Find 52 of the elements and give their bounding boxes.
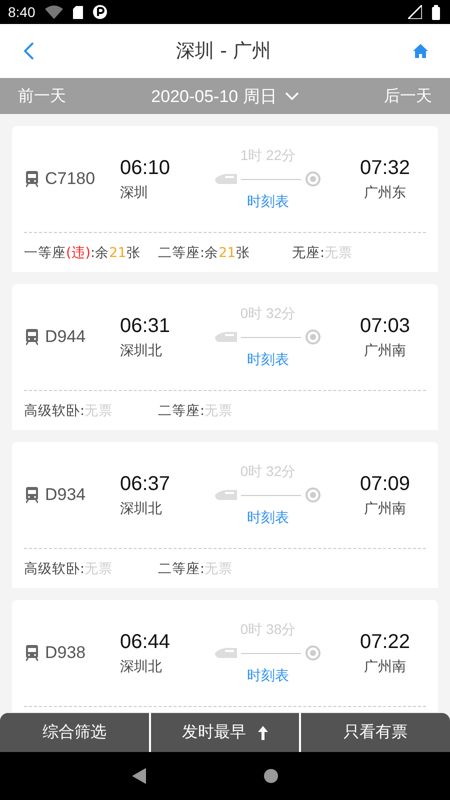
chevron-down-icon: [284, 92, 299, 100]
departure-time: 06:10: [120, 156, 172, 180]
wifi-icon: [45, 5, 64, 19]
departure-station: 深圳北: [120, 342, 163, 360]
arrival-station: 广州东: [364, 184, 406, 202]
route-line: [241, 494, 301, 496]
departure-station: 深圳北: [120, 658, 163, 676]
route-line: [241, 336, 301, 338]
back-icon: [24, 42, 34, 60]
train-icon: [215, 173, 237, 185]
train-icon: [215, 331, 237, 343]
departure-time: 06:44: [120, 630, 172, 654]
destination-icon: [305, 171, 321, 187]
route-line: [241, 652, 301, 654]
destination-icon: [305, 487, 321, 503]
train-number: D938: [45, 643, 86, 663]
home-icon: [413, 44, 428, 58]
train-icon: [26, 171, 38, 187]
departure-time: 06:31: [120, 314, 172, 338]
train-number: D944: [45, 327, 86, 347]
arrival-station: 广州南: [364, 658, 406, 676]
arrival-time: 07:32: [360, 156, 410, 180]
back-triangle-icon[interactable]: [132, 768, 146, 784]
seat-availability: 一等座(违):余21张: [24, 244, 142, 262]
up-arrow-icon: [258, 726, 268, 740]
page-title: 深圳 - 广州: [176, 39, 271, 64]
filter-button[interactable]: 综合筛选: [0, 713, 149, 752]
signal-icon: [408, 5, 422, 19]
arrival-station: 广州南: [364, 342, 406, 360]
train-number: D934: [45, 485, 86, 505]
train-number: C7180: [45, 169, 96, 189]
departure-time: 06:37: [120, 472, 172, 496]
battery-icon: [432, 4, 440, 20]
arrival-time: 07:03: [360, 314, 410, 338]
arrival-station: 广州南: [364, 500, 406, 518]
train-icon: [215, 647, 237, 659]
destination-icon: [305, 329, 321, 345]
departure-station: 深圳北: [120, 500, 163, 518]
train-icon: [26, 487, 38, 503]
train-icon: [26, 645, 38, 661]
seat-availability: 二等座:余21张: [158, 244, 251, 262]
sim-card-icon: [73, 6, 84, 18]
clock: 8:40: [8, 4, 36, 20]
arrival-time: 07:22: [360, 630, 410, 654]
train-icon: [26, 329, 38, 345]
app-notification-icon: [93, 5, 108, 19]
home-circle-icon[interactable]: [264, 769, 278, 783]
destination-icon: [305, 645, 321, 661]
arrival-time: 07:09: [360, 472, 410, 496]
departure-station: 深圳: [120, 184, 149, 202]
route-line: [241, 178, 301, 180]
train-icon: [215, 489, 237, 501]
